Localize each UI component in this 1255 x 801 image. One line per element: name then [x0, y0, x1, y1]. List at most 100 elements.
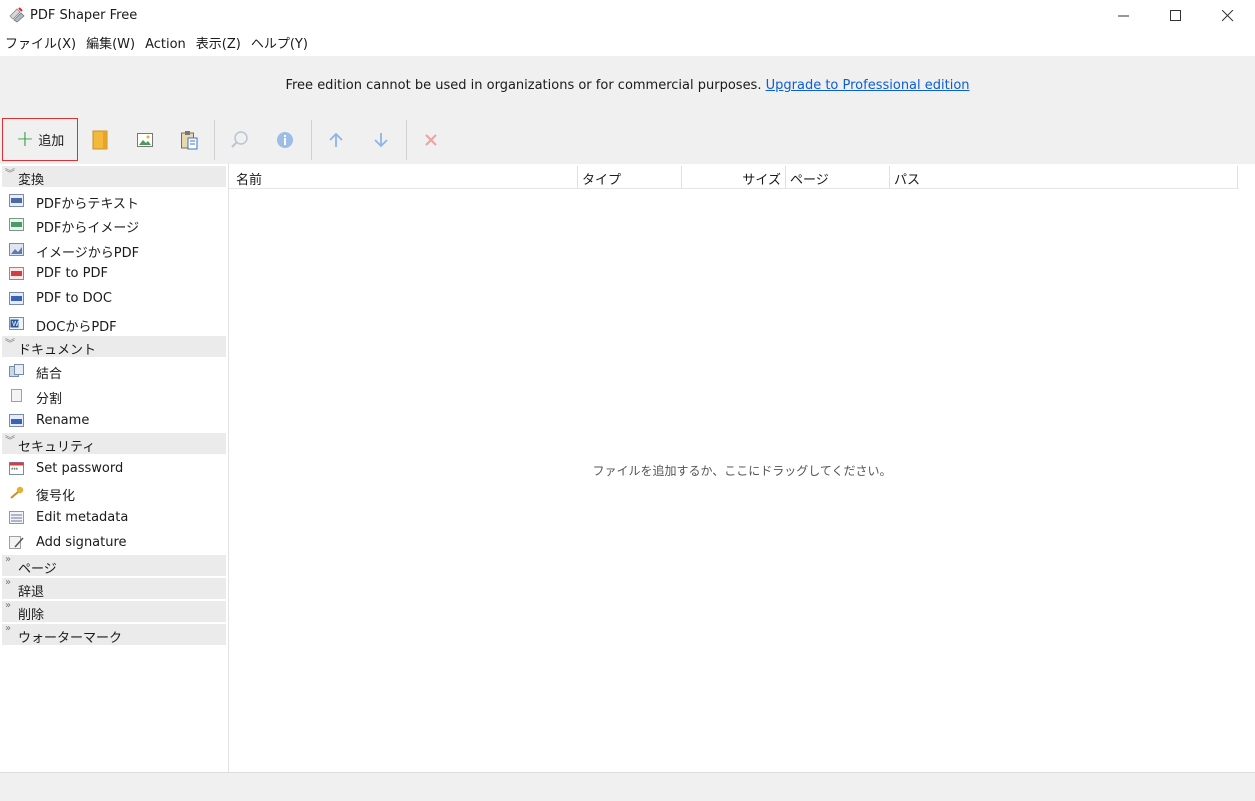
- group-header-watermark[interactable]: » ウォーターマーク: [2, 623, 226, 646]
- search-icon: [231, 131, 248, 148]
- signature-icon: [9, 536, 24, 549]
- column-divider[interactable]: [889, 166, 890, 188]
- group-header-security[interactable]: ︾ セキュリティ: [2, 433, 226, 455]
- menu-edit[interactable]: 編集(W): [81, 33, 140, 55]
- txt-icon: [9, 194, 24, 207]
- minimize-icon: [1118, 15, 1129, 17]
- chevron-down-icon: ︾: [5, 436, 15, 447]
- image-to-pdf-icon: [9, 243, 24, 256]
- chevron-down-icon: ︾: [5, 169, 15, 180]
- sidebar-item-set-password[interactable]: *** Set password: [0, 457, 226, 481]
- paste-button[interactable]: [177, 128, 201, 152]
- remove-icon: [425, 134, 437, 146]
- search-button[interactable]: [228, 128, 252, 152]
- group-label: ドキュメント: [18, 343, 97, 358]
- sidebar-item-split[interactable]: 分割: [0, 384, 226, 408]
- chevron-right-icon: »: [5, 554, 12, 565]
- sidebar-item-edit-metadata[interactable]: Edit metadata: [0, 506, 226, 530]
- group-header-convert[interactable]: ︾ 変換: [2, 166, 226, 188]
- column-divider[interactable]: [681, 166, 682, 188]
- maximize-icon: [1170, 10, 1181, 21]
- chevron-down-icon: ︾: [5, 339, 15, 350]
- column-header-name[interactable]: 名前: [236, 169, 262, 188]
- group-label: セキュリティ: [18, 440, 96, 455]
- doc-icon: [9, 292, 24, 305]
- close-button[interactable]: [1201, 0, 1255, 32]
- column-header-type[interactable]: タイプ: [582, 169, 621, 188]
- sidebar-item-label: 復号化: [36, 489, 76, 504]
- sidebar-item-image-to-pdf[interactable]: イメージからPDF: [0, 238, 226, 262]
- sidebar-item-rename[interactable]: Rename: [0, 409, 226, 433]
- file-list-header: 名前 タイプ サイズ ページ パス: [229, 164, 1239, 189]
- column-divider[interactable]: [785, 166, 786, 188]
- sidebar-item-label: PDF to DOC: [36, 291, 112, 306]
- move-up-icon: [329, 132, 343, 147]
- notice-text: Free edition cannot be used in organizat…: [285, 78, 762, 93]
- column-header-size[interactable]: サイズ: [685, 169, 781, 188]
- open-file-button[interactable]: [88, 128, 112, 152]
- jpg-icon: [9, 218, 24, 231]
- sidebar-item-label: PDF to PDF: [36, 266, 108, 281]
- chevron-right-icon: »: [5, 600, 12, 611]
- pdf-icon: [9, 267, 24, 280]
- empty-drop-message: ファイルを追加するか、ここにドラッグしてください。: [592, 464, 892, 478]
- toolbar-separator: [214, 120, 215, 160]
- info-button[interactable]: [273, 128, 297, 152]
- maximize-button[interactable]: [1149, 0, 1203, 32]
- group-label: 変換: [18, 173, 45, 188]
- sidebar-item-label: Rename: [36, 413, 90, 428]
- add-image-button[interactable]: [133, 128, 157, 152]
- window-title: PDF Shaper Free: [30, 8, 138, 23]
- sidebar-item-pdf-to-text[interactable]: PDFからテキスト: [0, 189, 226, 213]
- rename-icon: [9, 414, 24, 427]
- sidebar-item-pdf-to-pdf[interactable]: PDF to PDF: [0, 262, 226, 286]
- word-icon: W: [9, 317, 24, 330]
- menu-file[interactable]: ファイル(X): [0, 33, 81, 55]
- sidebar-item-label: 結合: [36, 367, 63, 382]
- svg-text:W: W: [12, 321, 19, 328]
- sidebar-item-decrypt[interactable]: 復号化: [0, 481, 226, 505]
- upgrade-link[interactable]: Upgrade to Professional edition: [766, 78, 970, 93]
- file-list[interactable]: 名前 タイプ サイズ ページ パス ファイルを追加するか、ここにドラッグしてくだ…: [229, 164, 1255, 772]
- add-plus-icon: +: [15, 126, 35, 152]
- sidebar-item-pdf-to-image[interactable]: PDFからイメージ: [0, 213, 226, 237]
- move-up-button[interactable]: [324, 128, 348, 152]
- group-label: 削除: [18, 608, 45, 623]
- menu-view[interactable]: 表示(Z): [191, 33, 246, 55]
- menu-help[interactable]: ヘルプ(Y): [246, 33, 313, 55]
- password-icon: ***: [9, 462, 24, 475]
- add-button-label: 追加: [38, 134, 65, 149]
- toolbar: + 追加: [0, 118, 1255, 164]
- chevron-right-icon: »: [5, 623, 12, 634]
- column-header-pages[interactable]: ページ: [790, 169, 829, 188]
- add-button[interactable]: + 追加: [2, 118, 78, 161]
- split-icon: [11, 389, 22, 402]
- paste-icon: [181, 131, 198, 150]
- remove-button[interactable]: [419, 128, 443, 152]
- sidebar-item-label: Set password: [36, 461, 124, 476]
- sidebar-item-merge[interactable]: 結合: [0, 359, 226, 383]
- column-divider[interactable]: [1237, 166, 1238, 188]
- sidebar-item-label: 分割: [36, 392, 63, 407]
- group-header-delete[interactable]: » 削除: [2, 600, 226, 623]
- column-header-path[interactable]: パス: [894, 169, 920, 188]
- menu-action[interactable]: Action: [140, 33, 191, 55]
- title-bar: PDF Shaper Free: [0, 0, 1255, 32]
- move-down-button[interactable]: [369, 128, 393, 152]
- metadata-icon: [9, 511, 24, 524]
- group-header-document[interactable]: ︾ ドキュメント: [2, 336, 226, 358]
- sidebar-item-pdf-to-doc[interactable]: PDF to DOC: [0, 287, 226, 311]
- sidebar-item-label: PDFからテキスト: [36, 197, 139, 212]
- toolbar-separator: [311, 120, 312, 160]
- group-header-decline[interactable]: » 辞退: [2, 577, 226, 600]
- status-bar: [0, 772, 1255, 801]
- group-header-page[interactable]: » ページ: [2, 554, 226, 577]
- minimize-button[interactable]: [1097, 0, 1151, 32]
- column-divider[interactable]: [577, 166, 578, 188]
- sidebar-item-doc-to-pdf[interactable]: W DOCからPDF: [0, 312, 226, 336]
- sidebar-item-label: PDFからイメージ: [36, 221, 140, 236]
- sidebar-item-add-signature[interactable]: Add signature: [0, 531, 226, 555]
- sidebar-item-label: Edit metadata: [36, 510, 129, 525]
- sidebar-item-label: イメージからPDF: [36, 246, 140, 261]
- merge-icon: [9, 364, 24, 377]
